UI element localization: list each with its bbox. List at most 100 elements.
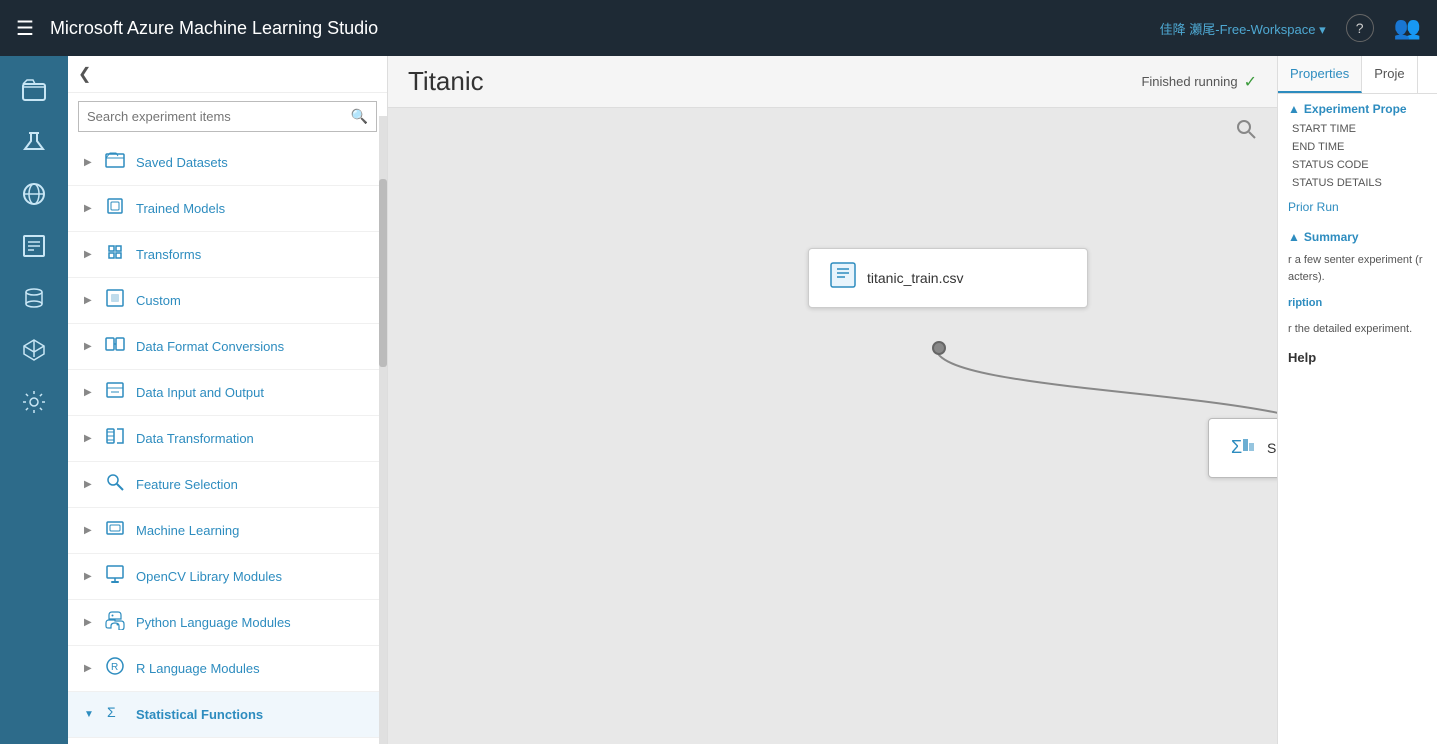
end-time-field: END TIME — [1278, 138, 1437, 156]
layout: ❮ 🔍 ▶ Saved Datasets ▶ Trained Models — [0, 0, 1437, 744]
scrollbar-thumb[interactable] — [379, 179, 387, 367]
sidebar-item-trained-models[interactable]: ▶ Trained Models — [68, 186, 387, 232]
sidebar-label-transforms: Transforms — [136, 247, 201, 262]
arrow-icon: ▶ — [84, 571, 94, 582]
sidebar-label-statistical: Statistical Functions — [136, 707, 263, 722]
sidebar-item-machine-learning[interactable]: ▶ Machine Learning — [68, 508, 387, 554]
icon-bar-item-flask[interactable] — [10, 118, 58, 166]
canvas-search-icon[interactable] — [1235, 118, 1257, 146]
status-details-field: STATUS DETAILS — [1278, 174, 1437, 192]
tab-project[interactable]: Proje — [1362, 56, 1417, 93]
properties-panel: Properties Proje ▲ Experiment Prope STAR… — [1277, 56, 1437, 744]
sidebar-item-r-lang[interactable]: ▶ R R Language Modules — [68, 646, 387, 692]
sidebar-item-data-input[interactable]: ▶ Data Input and Output — [68, 370, 387, 416]
sidebar-collapse-button[interactable]: ❮ — [68, 56, 387, 93]
arrow-icon: ▶ — [84, 157, 94, 168]
search-input[interactable] — [79, 103, 343, 130]
data-input-icon — [104, 380, 126, 405]
app-title: Microsoft Azure Machine Learning Studio — [50, 18, 1144, 39]
workspace-selector[interactable]: 佳降 瀬尾-Free-Workspace ▾ — [1160, 19, 1326, 38]
experiment-title: Titanic — [408, 66, 1121, 97]
user-icon[interactable]: 👥 — [1394, 15, 1421, 41]
summary-triangle-icon: ▲ — [1288, 230, 1300, 244]
status-check-icon: ✓ — [1244, 72, 1257, 92]
arrow-icon: ▶ — [84, 663, 94, 674]
icon-bar-item-notes[interactable] — [10, 222, 58, 270]
titanic-node[interactable]: titanic_train.csv — [808, 248, 1088, 308]
opencv-icon — [104, 564, 126, 589]
icon-bar — [0, 56, 68, 744]
summary-title: Summary — [1304, 230, 1359, 244]
arrow-icon: ▶ — [84, 341, 94, 352]
svg-text:Σ: Σ — [1231, 437, 1242, 457]
svg-text:Σ: Σ — [107, 704, 116, 720]
search-box: 🔍 — [78, 101, 377, 132]
sidebar-label-feature-selection: Feature Selection — [136, 477, 238, 492]
properties-tabs: Properties Proje — [1278, 56, 1437, 94]
feature-selection-icon — [104, 472, 126, 497]
top-nav-right: 佳降 瀬尾-Free-Workspace ▾ ? 👥 — [1160, 14, 1421, 42]
sidebar-label-custom: Custom — [136, 293, 181, 308]
sidebar-item-python[interactable]: ▶ Python Language Modules — [68, 600, 387, 646]
python-icon — [104, 610, 126, 635]
sidebar-item-feature-selection[interactable]: ▶ Feature Selection — [68, 462, 387, 508]
arrow-icon: ▶ — [84, 203, 94, 214]
r-lang-icon: R — [104, 656, 126, 681]
sidebar-label-r-lang: R Language Modules — [136, 661, 260, 676]
status-text: Finished running — [1141, 74, 1237, 89]
data-format-icon — [104, 334, 126, 359]
summarize-icon: Σ — [1229, 431, 1257, 465]
sidebar-item-opencv[interactable]: ▶ OpenCV Library Modules — [68, 554, 387, 600]
icon-bar-item-globe[interactable] — [10, 170, 58, 218]
icon-bar-item-folder[interactable] — [10, 66, 58, 114]
help-button[interactable]: ? — [1346, 14, 1374, 42]
data-transformation-icon — [104, 426, 126, 451]
main-header: Titanic Finished running ✓ — [388, 56, 1277, 108]
arrow-icon: ▶ — [84, 387, 94, 398]
sidebar-label-python: Python Language Modules — [136, 615, 291, 630]
summarize-node-label: Summarize Data — [1267, 440, 1277, 456]
arrow-icon: ▶ — [84, 479, 94, 490]
titanic-node-label: titanic_train.csv — [867, 270, 963, 286]
trained-models-icon — [104, 196, 126, 221]
main-area: Titanic Finished running ✓ — [388, 56, 1277, 744]
tab-properties[interactable]: Properties — [1278, 56, 1362, 93]
sidebar-label-saved-datasets: Saved Datasets — [136, 155, 228, 170]
description-text: r the detailed experiment. — [1278, 317, 1437, 342]
sidebar-list: ▶ Saved Datasets ▶ Trained Models ▶ Tran… — [68, 140, 387, 744]
arrow-icon: ▶ — [84, 433, 94, 444]
arrow-icon: ▼ — [84, 709, 94, 720]
sidebar-item-data-format[interactable]: ▶ Data Format Conversions — [68, 324, 387, 370]
canvas[interactable]: titanic_train.csv Σ Summarize Data ✓ — [388, 108, 1277, 744]
arrow-icon: ▶ — [84, 525, 94, 536]
titanic-output-port[interactable] — [932, 341, 946, 355]
status-indicator: Finished running ✓ — [1141, 72, 1257, 92]
search-icon: 🔍 — [343, 102, 376, 131]
top-nav: ☰ Microsoft Azure Machine Learning Studi… — [0, 0, 1437, 56]
sidebar-label-data-input: Data Input and Output — [136, 385, 264, 400]
prior-run-link[interactable]: Prior Run — [1278, 192, 1437, 222]
arrow-icon: ▶ — [84, 617, 94, 628]
sidebar-item-custom[interactable]: ▶ Custom — [68, 278, 387, 324]
description-section-label: ription — [1278, 289, 1437, 317]
summary-section: ▲ Summary — [1278, 222, 1437, 248]
machine-learning-icon — [104, 518, 126, 543]
sidebar: ❮ 🔍 ▶ Saved Datasets ▶ Trained Models — [68, 56, 388, 744]
summarize-node[interactable]: Σ Summarize Data ✓ — [1208, 418, 1277, 478]
hamburger-icon[interactable]: ☰ — [16, 16, 34, 41]
icon-bar-item-gear[interactable] — [10, 378, 58, 426]
experiment-props-section: ▲ Experiment Prope — [1278, 94, 1437, 120]
sidebar-item-saved-datasets[interactable]: ▶ Saved Datasets — [68, 140, 387, 186]
sidebar-item-data-transformation[interactable]: ▶ Data Transformation — [68, 416, 387, 462]
help-section-title: Help — [1278, 342, 1437, 369]
arrow-icon: ▶ — [84, 249, 94, 260]
start-time-field: START TIME — [1278, 120, 1437, 138]
summary-text: r a few senter experiment (r acters). — [1278, 248, 1437, 289]
sidebar-item-transforms[interactable]: ▶ Transforms — [68, 232, 387, 278]
csv-icon — [829, 261, 857, 295]
icon-bar-item-cylinder[interactable] — [10, 274, 58, 322]
scrollbar-track — [379, 116, 387, 744]
triangle-icon: ▲ — [1288, 102, 1300, 116]
sidebar-item-statistical[interactable]: ▼ Σ Statistical Functions — [68, 692, 387, 738]
icon-bar-item-cube[interactable] — [10, 326, 58, 374]
